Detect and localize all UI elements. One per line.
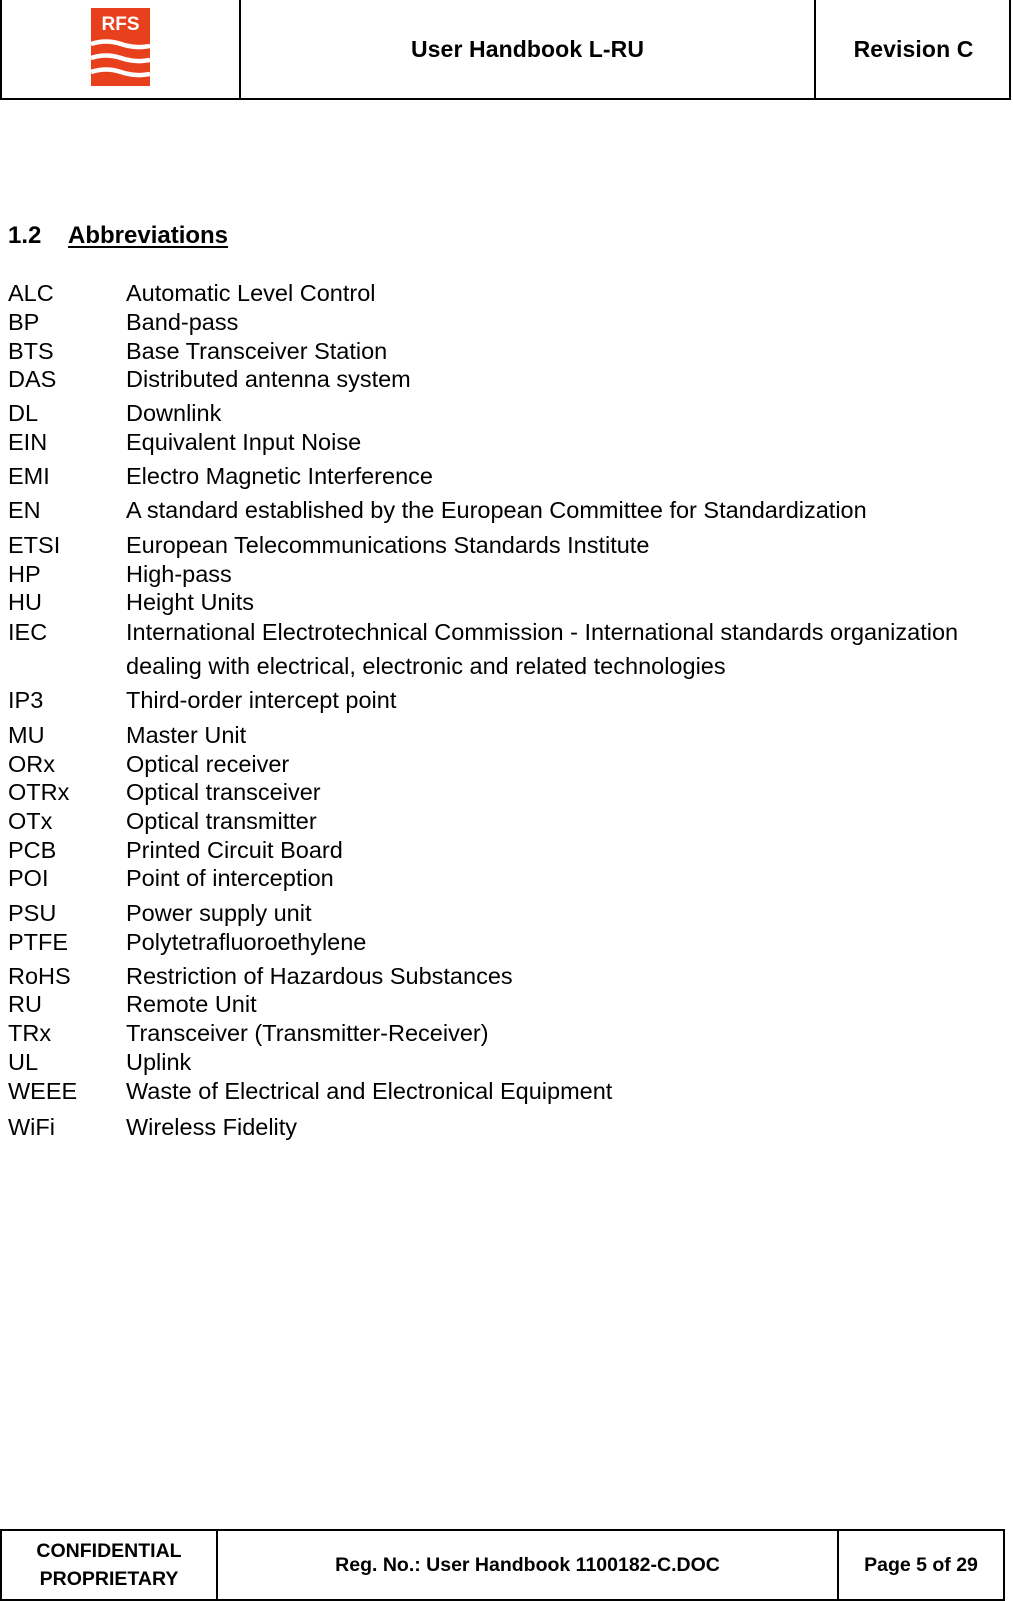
definition: Wireless Fidelity	[126, 1114, 298, 1140]
abbreviations-list: ALC Automatic Level Control BP Band-pass B…	[0, 0, 1013, 1200]
definition: Master Unit	[126, 722, 247, 748]
abbreviation: OTx	[8, 808, 53, 834]
definition: Distributed antenna system	[126, 366, 411, 392]
footer-reg-cell: Reg. No.: User Handbook 1100182-C.DOC	[216, 1531, 837, 1599]
abbreviation: ETSI	[8, 532, 61, 558]
definition: Optical transceiver	[126, 779, 321, 805]
abbreviation: RoHS	[8, 963, 71, 989]
definition: High-pass	[126, 561, 232, 587]
abbreviation: DL	[8, 400, 39, 426]
definition: Remote Unit	[126, 991, 257, 1017]
footer-classification-cell: CONFIDENTIAL PROPRIETARY	[2, 1531, 216, 1599]
page-footer: CONFIDENTIAL PROPRIETARY Reg. No.: User …	[0, 1529, 1005, 1601]
classification-line-1: CONFIDENTIAL	[36, 1540, 182, 1562]
abbreviation: DAS	[8, 366, 57, 392]
definition: Height Units	[126, 589, 254, 615]
abbreviation: ALC	[8, 280, 54, 306]
abbreviation: EIN	[8, 429, 48, 455]
definition: Automatic Level Control	[126, 280, 376, 306]
abbreviation: RU	[8, 991, 42, 1017]
definition: Equivalent Input Noise	[126, 429, 362, 455]
definition: Power supply unit	[126, 900, 312, 926]
abbreviation: PCB	[8, 837, 57, 863]
abbreviation: BTS	[8, 338, 54, 364]
definition-continuation: dealing with electrical, electronic and …	[126, 653, 726, 679]
abbreviation: BP	[8, 309, 40, 335]
abbreviation: WEEE	[8, 1078, 78, 1104]
definition: Uplink	[126, 1049, 192, 1075]
definition: A standard established by the European C…	[126, 497, 867, 523]
classification-line-2: PROPRIETARY	[39, 1568, 179, 1590]
footer-page-cell: Page 5 of 29	[837, 1531, 1003, 1599]
definition: Optical receiver	[126, 751, 290, 777]
abbreviation: ORx	[8, 751, 55, 777]
abbreviation: POI	[8, 865, 49, 891]
definition: Printed Circuit Board	[126, 837, 343, 863]
definition: Polytetrafluoroethylene	[126, 929, 367, 955]
abbreviation: IP3	[8, 687, 44, 713]
definition: Restriction of Hazardous Substances	[126, 963, 513, 989]
definition: International Electrotechnical Commissio…	[126, 619, 959, 645]
definition: Point of interception	[126, 865, 334, 891]
definition: Band-pass	[126, 309, 239, 335]
definition: European Telecommunications Standards In…	[126, 532, 650, 558]
definition: Electro Magnetic Interference	[126, 463, 433, 489]
definition: Downlink	[126, 400, 222, 426]
abbreviation: OTRx	[8, 779, 70, 805]
abbreviation: EMI	[8, 463, 50, 489]
definition: Base Transceiver Station	[126, 338, 388, 364]
definition: Third-order intercept point	[126, 687, 397, 713]
abbreviation: HP	[8, 561, 41, 587]
abbreviation: WiFi	[8, 1114, 55, 1140]
abbreviation: TRx	[8, 1020, 52, 1046]
abbreviation: UL	[8, 1049, 39, 1075]
definition: Transceiver (Transmitter-Receiver)	[126, 1020, 489, 1046]
page-number: Page 5 of 29	[864, 1553, 978, 1576]
definition: Optical transmitter	[126, 808, 317, 834]
abbreviation: MU	[8, 722, 45, 748]
abbreviation: EN	[8, 497, 41, 523]
definition: Waste of Electrical and Electronical Equ…	[126, 1078, 613, 1104]
abbreviation: IEC	[8, 619, 48, 645]
abbreviation: HU	[8, 589, 42, 615]
registration-number: Reg. No.: User Handbook 1100182-C.DOC	[335, 1553, 720, 1576]
abbreviation: PSU	[8, 900, 57, 926]
abbreviation: PTFE	[8, 929, 69, 955]
